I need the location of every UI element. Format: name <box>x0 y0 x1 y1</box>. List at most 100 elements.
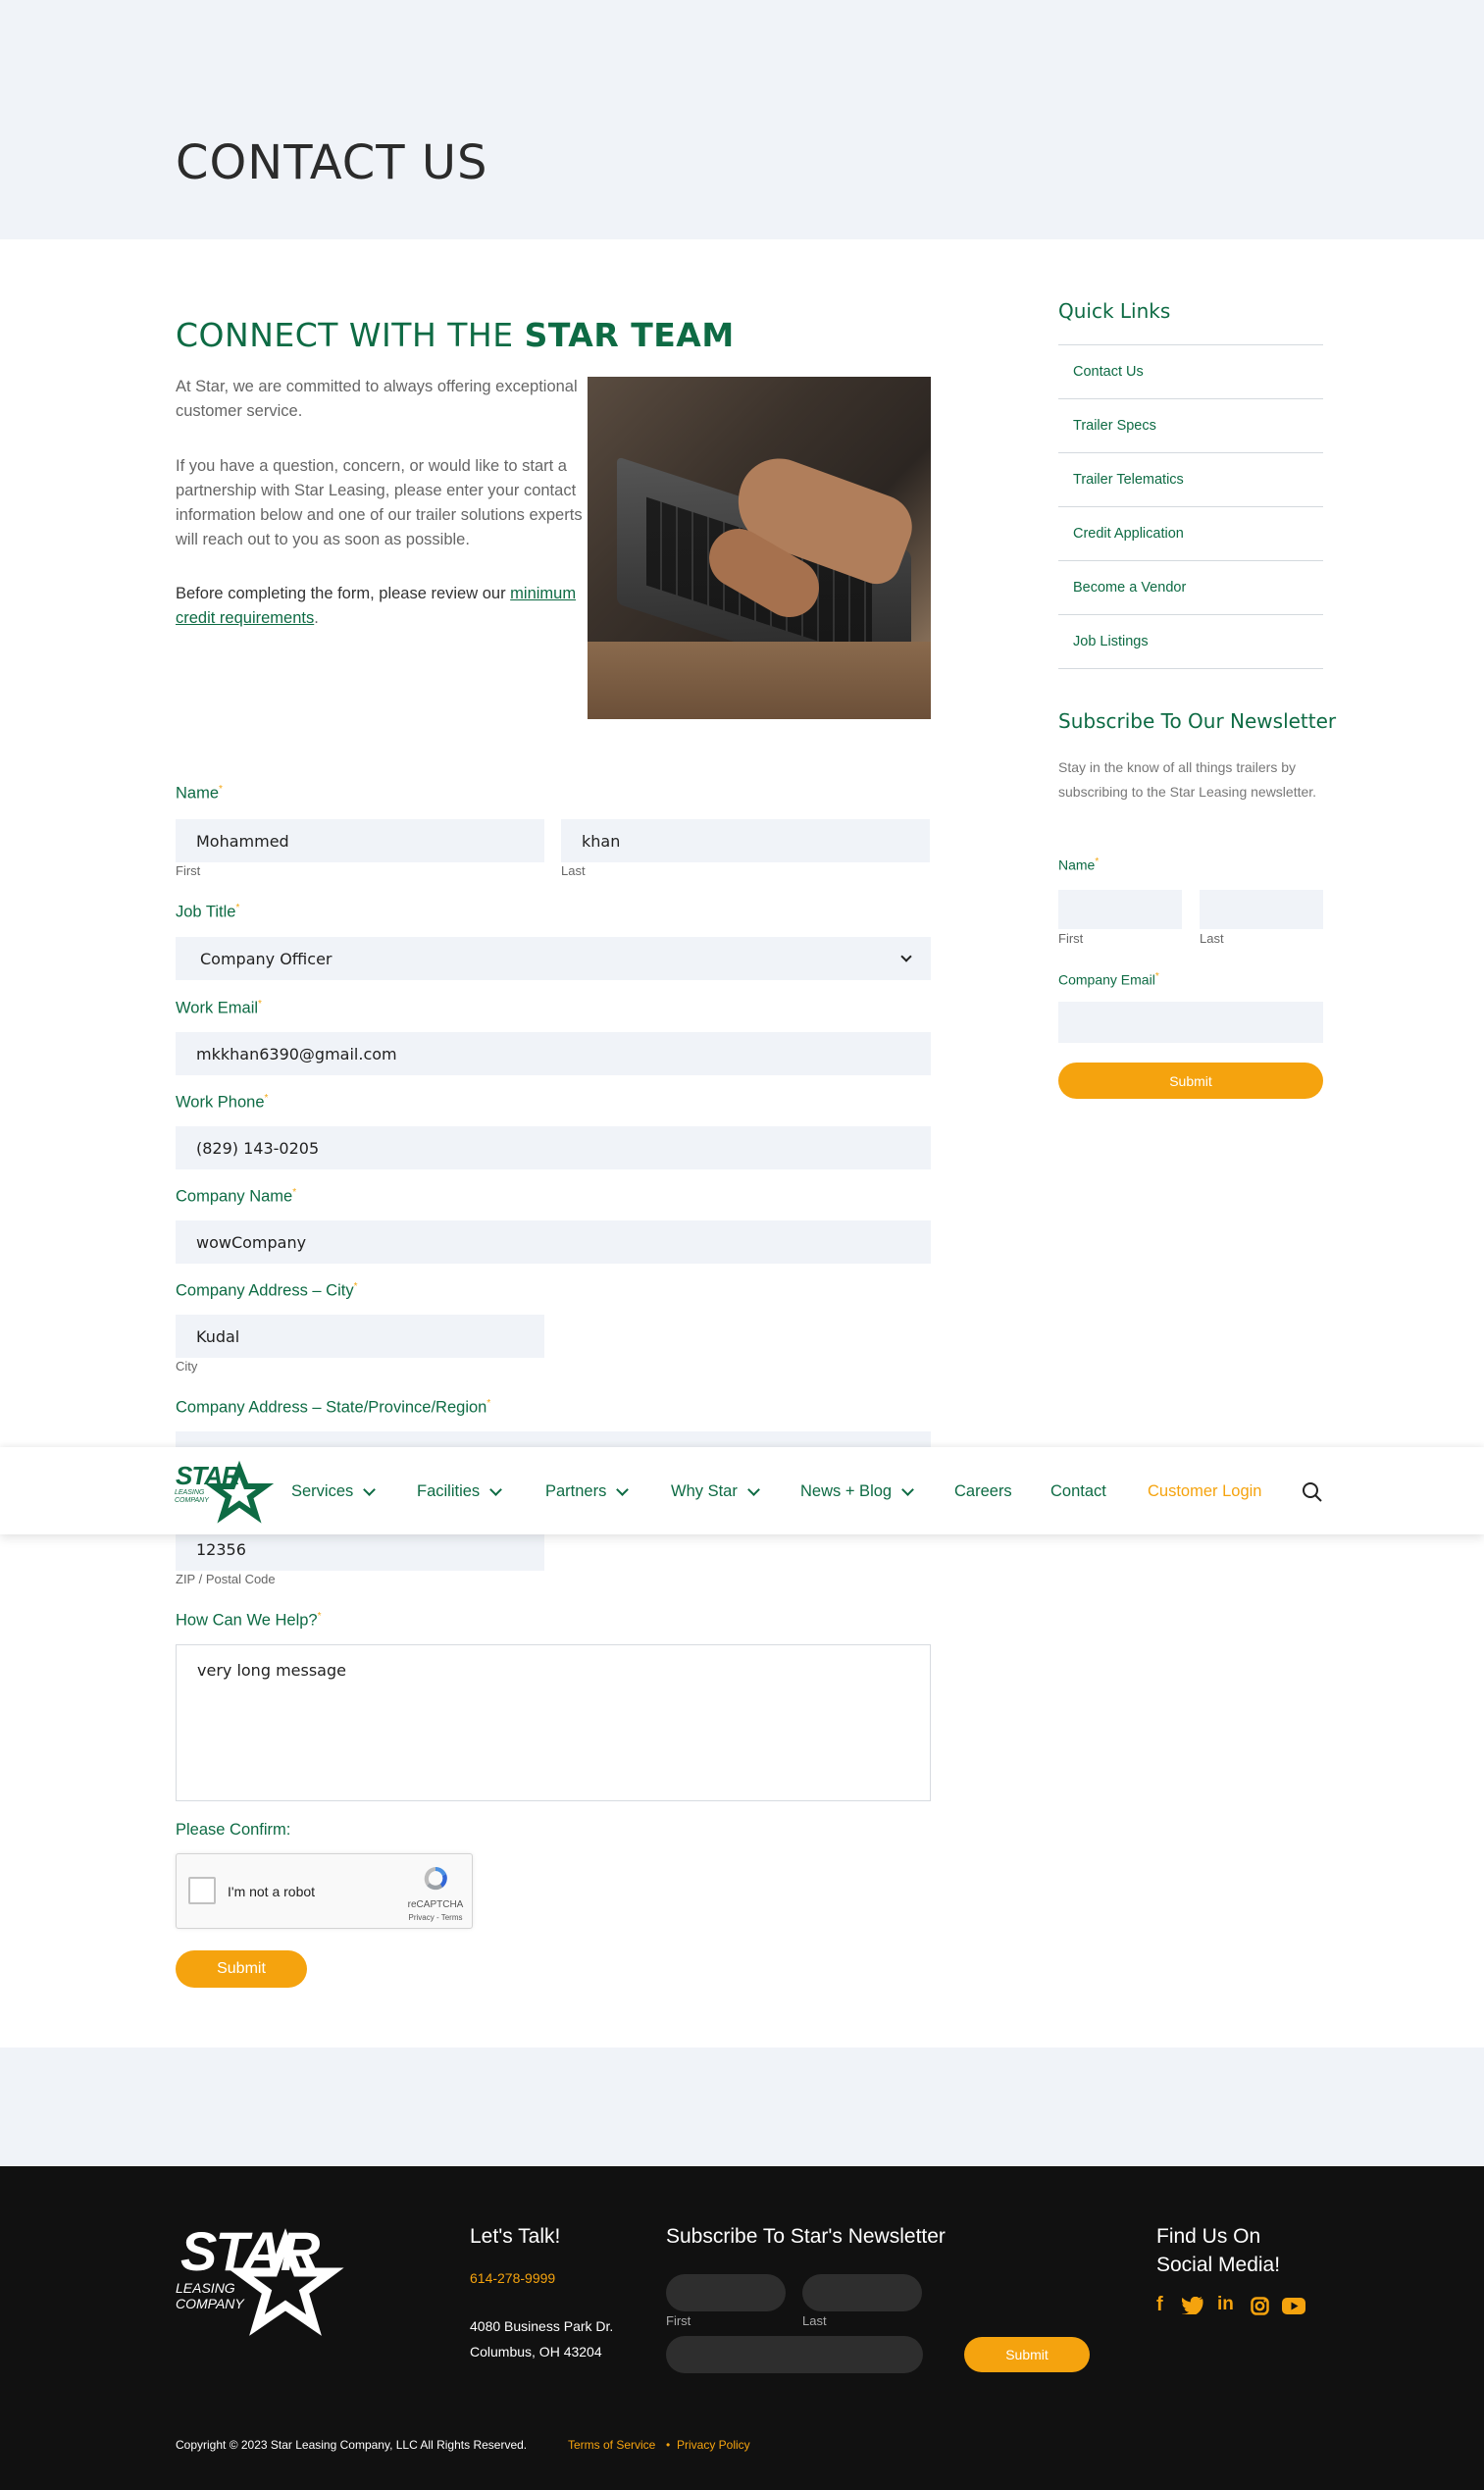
page-band <box>0 2048 1484 2166</box>
chevron-down-icon <box>900 951 912 962</box>
nav-services[interactable]: Services <box>291 1482 377 1501</box>
newsletter-text: Stay in the know of all things trailers … <box>1058 759 1317 800</box>
footer-copyright: Copyright © 2023 Star Leasing Company, L… <box>176 2438 528 2452</box>
newsletter-last-input[interactable] <box>1200 890 1323 929</box>
footer-phone-link[interactable]: 614-278-9999 <box>470 2270 555 2286</box>
footer-submit-button[interactable]: Submit <box>964 2337 1090 2372</box>
logo-wordmark: STAR <box>176 1461 240 1490</box>
footer-talk-title: Let's Talk! <box>470 2225 561 2248</box>
heading-bold: STAR TEAM <box>524 316 735 354</box>
quick-link-contact-us[interactable]: Contact Us <box>1058 344 1323 398</box>
newsletter-last-sublabel: Last <box>1200 931 1224 946</box>
footer-social-title-2: Social Media! <box>1156 2254 1281 2276</box>
footer-first-sublabel: First <box>666 2313 691 2328</box>
newsletter-email-label: Company Email* <box>1058 971 1159 988</box>
state-label-text: Company Address – State/Province/Region <box>176 1398 487 1417</box>
newsletter-name-label: Name* <box>1058 856 1099 873</box>
job-title-value: Company Officer <box>200 949 333 968</box>
required-mark: * <box>486 1398 491 1409</box>
required-mark: * <box>1095 856 1100 867</box>
footer-email-input[interactable] <box>666 2336 923 2373</box>
youtube-icon[interactable] <box>1282 2298 1305 2314</box>
facebook-icon[interactable]: f <box>1156 2294 1163 2316</box>
privacy-link[interactable]: Privacy Policy <box>677 2438 750 2452</box>
intro-end: . <box>314 609 319 627</box>
heading-plain: CONNECT WITH THE <box>176 316 525 354</box>
nav-partners[interactable]: Partners <box>545 1482 630 1501</box>
company-name-input[interactable]: wowCompany <box>176 1220 931 1264</box>
newsletter-submit-button[interactable]: Submit <box>1058 1063 1323 1099</box>
page-hero: CONTACT US <box>0 0 1484 239</box>
required-mark: * <box>235 903 240 913</box>
footer-separator: • <box>666 2438 671 2452</box>
recaptcha-label: I'm not a robot <box>228 1884 316 1899</box>
logo-sub2: COMPANY <box>175 1497 209 1504</box>
nav-customer-login[interactable]: Customer Login <box>1148 1482 1261 1501</box>
submit-button[interactable]: Submit <box>176 1950 307 1988</box>
last-sublabel: Last <box>561 863 586 878</box>
footer-logo-sub1: LEASING <box>176 2280 235 2296</box>
required-mark: * <box>219 784 223 795</box>
quick-link-trailer-specs[interactable]: Trailer Specs <box>1058 398 1323 452</box>
newsletter-first-input[interactable] <box>1058 890 1182 929</box>
footer-last-input[interactable] <box>802 2274 922 2311</box>
job-title-select[interactable]: Company Officer <box>176 937 931 980</box>
chevron-down-icon <box>746 1482 760 1496</box>
phone-label-text: Work Phone <box>176 1093 265 1112</box>
recaptcha-links[interactable]: Privacy - Terms <box>405 1913 466 1922</box>
name-label-text: Name <box>176 784 220 803</box>
required-mark: * <box>353 1281 358 1292</box>
required-mark: * <box>258 999 262 1010</box>
nav-why-star[interactable]: Why Star <box>671 1482 760 1501</box>
help-label-text: How Can We Help? <box>176 1611 318 1630</box>
linkedin-icon[interactable]: in <box>1217 2294 1234 2315</box>
terms-link[interactable]: Terms of Service <box>568 2438 655 2452</box>
quick-links-title: Quick Links <box>1058 299 1171 323</box>
twitter-icon[interactable] <box>1182 2297 1203 2314</box>
quick-link-become-a-vendor[interactable]: Become a Vendor <box>1058 560 1323 614</box>
quick-link-trailer-telematics[interactable]: Trailer Telematics <box>1058 452 1323 506</box>
footer-newsletter-title: Subscribe To Star's Newsletter <box>666 2225 946 2248</box>
newsletter-email-input[interactable] <box>1058 1002 1323 1043</box>
city-label-text: Company Address – City <box>176 1281 354 1300</box>
quick-link-job-listings[interactable]: Job Listings <box>1058 614 1323 668</box>
last-name-input[interactable]: khan <box>561 819 930 862</box>
footer-last-sublabel: Last <box>802 2313 827 2328</box>
first-name-input[interactable]: Mohammed <box>176 819 544 862</box>
nav-facilities[interactable]: Facilities <box>417 1482 503 1501</box>
star-logo[interactable]: STAR LEASING COMPANY <box>175 1459 277 1524</box>
recaptcha-checkbox[interactable] <box>188 1877 216 1904</box>
quick-link-credit-application[interactable]: Credit Application <box>1058 506 1323 560</box>
nav-news-blog[interactable]: News + Blog <box>800 1482 914 1501</box>
footer-logo[interactable]: STAR LEASING COMPANY <box>176 2220 362 2349</box>
newsletter-email-text: Company Email <box>1058 971 1155 988</box>
intro-paragraph-2: If you have a question, concern, or woul… <box>176 457 583 548</box>
site-navbar: STAR LEASING COMPANY Services Facilities… <box>0 1447 1484 1534</box>
nav-label: News + Blog <box>800 1482 893 1500</box>
company-label-text: Company Name <box>176 1187 293 1206</box>
footer-first-input[interactable] <box>666 2274 786 2311</box>
footer-social-title-1: Find Us On <box>1156 2225 1261 2248</box>
site-footer: STAR LEASING COMPANY Let's Talk! 614-278… <box>0 2166 1484 2490</box>
nav-careers[interactable]: Careers <box>954 1482 1012 1501</box>
section-heading: CONNECT WITH THE STAR TEAM <box>176 316 735 354</box>
page-title: CONTACT US <box>176 135 488 190</box>
chevron-down-icon <box>616 1482 630 1496</box>
work-email-label: Work Email* <box>176 999 262 1018</box>
work-phone-input[interactable]: (829) 143-0205 <box>176 1126 931 1169</box>
job-label-text: Job Title <box>176 903 236 921</box>
required-mark: * <box>264 1093 269 1104</box>
footer-address-1: 4080 Business Park Dr. <box>470 2318 614 2334</box>
company-name-label: Company Name* <box>176 1187 296 1207</box>
required-mark: * <box>292 1187 297 1198</box>
instagram-icon[interactable] <box>1251 2297 1269 2315</box>
newsletter-name-text: Name <box>1058 856 1096 873</box>
search-icon[interactable] <box>1302 1481 1323 1503</box>
intro-paragraph-3: Before completing the form, please revie… <box>176 582 588 631</box>
work-email-input[interactable]: mkkhan6390@gmail.com <box>176 1032 931 1075</box>
help-textarea[interactable]: very long message <box>176 1644 931 1801</box>
recaptcha-widget: I'm not a robot reCAPTCHA Privacy - Term… <box>176 1853 473 1929</box>
quick-links-divider <box>1058 668 1323 669</box>
city-input[interactable]: Kudal <box>176 1315 544 1358</box>
nav-contact[interactable]: Contact <box>1050 1482 1106 1501</box>
